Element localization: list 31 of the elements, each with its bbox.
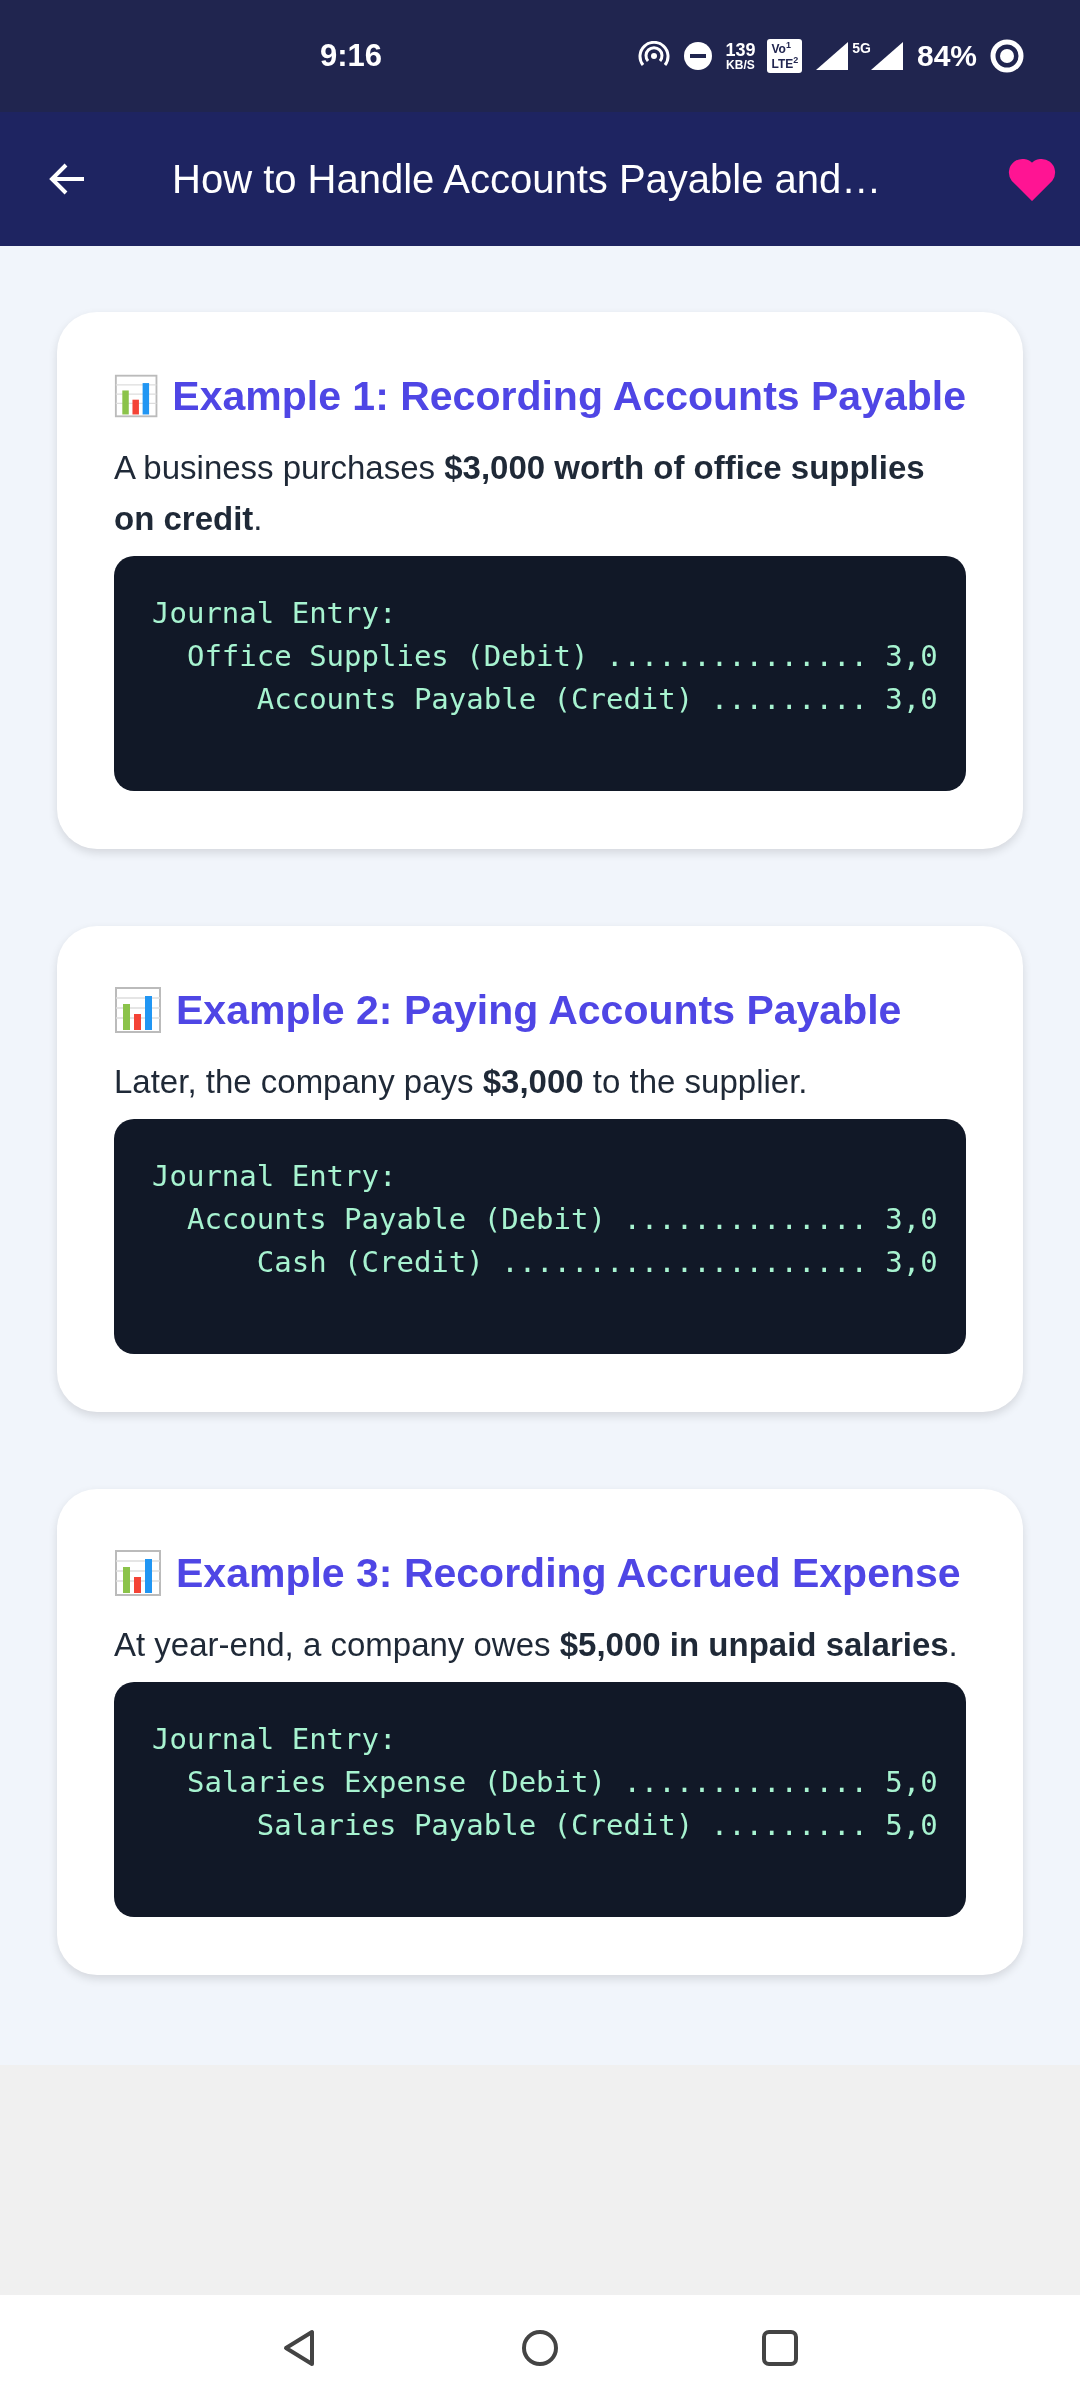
example-description: Later, the company pays $3,000 to the supplier. <box>114 1062 809 1102</box>
bar-chart-icon <box>114 986 162 1034</box>
volte-badge: Vo$^{1}$ LTE$^{2}$ <box>767 39 803 73</box>
code-line: Accounts Payable (Debit) .............. 3,0 <box>185 1201 939 1238</box>
example-title: Example 1: Recording Accounts Payable <box>172 372 966 420</box>
code-line: Office Supplies (Debit) ............... 3,0 <box>185 638 939 675</box>
example-description: At year-end, a company owes $5,000 in unpaid salaries. <box>114 1625 959 1665</box>
bar-chart-icon <box>114 372 159 420</box>
recents-nav-icon[interactable] <box>760 2327 800 2368</box>
favorite-button[interactable] <box>1008 157 1056 201</box>
code-line: Salaries Payable (Credit) ......... 5,0 <box>255 1807 939 1844</box>
do-not-disturb-icon <box>683 41 714 71</box>
code-line: Journal Entry: <box>152 1721 398 1758</box>
code-line: Accounts Payable (Credit) ......... 3,0 <box>255 681 939 718</box>
home-nav-icon[interactable] <box>520 2327 560 2368</box>
battery-ring-icon <box>989 38 1025 74</box>
code-line: Journal Entry: <box>152 595 398 632</box>
example-title: Example 3: Recording Accrued Expense <box>176 1549 961 1597</box>
network-type: 5G <box>852 40 871 56</box>
page-title: How to Handle Accounts Payable and… <box>172 156 882 202</box>
status-time: 9:16 <box>320 38 383 74</box>
example-title: Example 2: Paying Accounts Payable <box>176 986 902 1034</box>
code-line: Journal Entry: <box>152 1158 398 1195</box>
battery-level: 84% <box>916 39 977 73</box>
code-line: Salaries Expense (Debit) .............. 5,0 <box>185 1764 939 1801</box>
code-line: Cash (Credit) ..................... 3,0 <box>255 1244 939 1281</box>
net-speed-unit: KB/S <box>726 59 755 71</box>
net-speed: 139 <box>725 41 756 59</box>
signal-icon <box>814 40 851 72</box>
bar-chart-icon <box>114 1549 162 1597</box>
example-description: A business purchases $3,000 worth of office supplies on credit. <box>114 448 926 539</box>
